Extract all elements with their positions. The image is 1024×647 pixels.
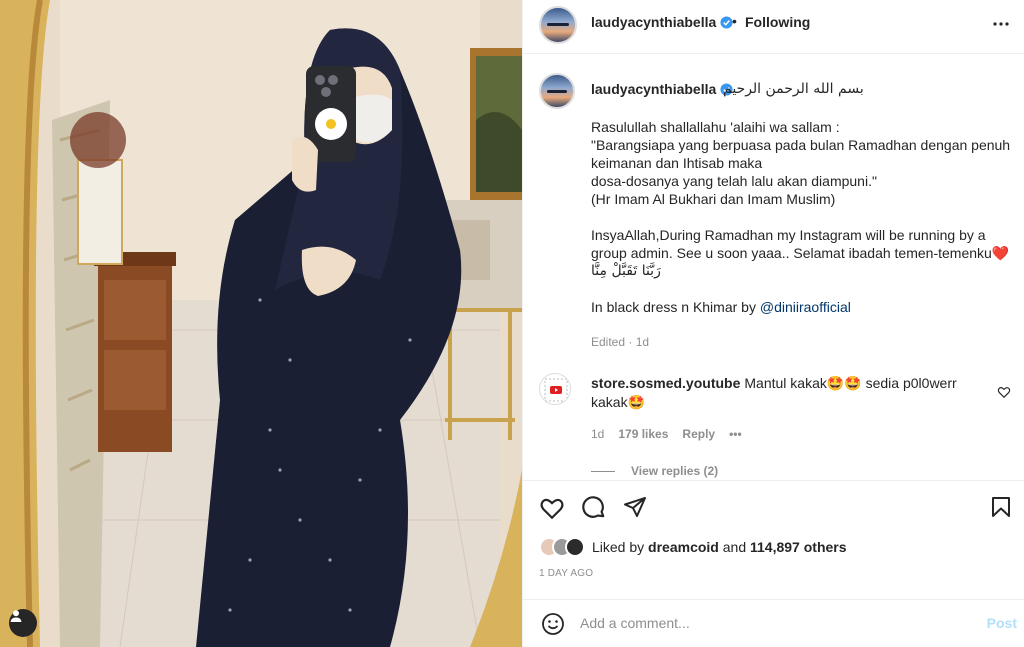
edited-label: Edited: [591, 335, 626, 349]
likes-text: Liked by dreamcoid and 114,897 others: [592, 539, 847, 555]
header-separator: •: [732, 13, 737, 29]
emoji-icon[interactable]: [541, 612, 565, 636]
tagged-people-button[interactable]: [9, 609, 37, 637]
post-comment-button[interactable]: Post: [987, 615, 1017, 631]
view-replies-label: View replies (2): [631, 464, 719, 478]
commenter-avatar[interactable]: [539, 373, 571, 405]
comment-item: store.sosmed.youtube Mantul kakak🤩🤩 sedia…: [591, 374, 995, 412]
mention-link[interactable]: @diniiraofficial: [760, 299, 851, 315]
bookmark-icon[interactable]: [989, 495, 1013, 519]
heart-icon[interactable]: [539, 495, 565, 521]
view-replies-button[interactable]: View replies (2): [591, 464, 718, 478]
comment-input[interactable]: [580, 612, 960, 634]
author-username[interactable]: laudyacynthiabella: [591, 14, 716, 30]
post-photo[interactable]: [0, 0, 522, 647]
caption-line: (Hr Imam Al Bukhari dan Imam Muslim): [591, 191, 836, 207]
likes-prefix: Liked by: [592, 539, 649, 555]
caption-arabic-opening: بسم الله الرحمن الرحيم: [723, 81, 864, 97]
caption-line-arabic: رَبَّنَا تَقَبَّلْ مِنَّا: [591, 263, 661, 279]
liker-avatar: [565, 537, 585, 557]
caption-meta: Edited · 1d: [591, 335, 649, 349]
comment-icon[interactable]: [581, 495, 607, 521]
caption-username-link[interactable]: laudyacynthiabella: [591, 81, 733, 97]
caption-line: "Barangsiapa yang berpuasa pada bulan Ra…: [591, 137, 1011, 171]
caption-line: dosa-dosanya yang telah lalu akan diampu…: [591, 173, 877, 189]
caption-line: Rasulullah shallallahu 'alaihi wa sallam…: [591, 119, 840, 135]
commenter-username[interactable]: store.sosmed.youtube: [591, 375, 740, 391]
youtube-logo-icon: [544, 378, 568, 402]
caption-text: Rasulullah shallallahu 'alaihi wa sallam…: [591, 118, 1017, 334]
post-action-bar: [523, 480, 1024, 535]
meta-separator: ·: [628, 335, 633, 349]
photo-illustration: [0, 0, 522, 647]
comment-like-heart-icon[interactable]: [997, 385, 1011, 399]
caption-time[interactable]: 1d: [636, 335, 649, 349]
user-tag-icon: [10, 610, 22, 622]
reply-button[interactable]: Reply: [682, 427, 715, 441]
comment-time[interactable]: 1d: [591, 427, 604, 441]
replies-divider: [591, 470, 615, 472]
caption-paragraph-announcement: InsyaAllah,During Ramadhan my Instagram …: [591, 226, 1017, 280]
likes-middle: and: [718, 539, 750, 555]
caption-author-avatar[interactable]: [539, 73, 575, 109]
share-icon[interactable]: [623, 495, 647, 519]
likes-summary: Liked by dreamcoid and 114,897 others: [539, 535, 847, 559]
caption-paragraph-credit: In black dress n Khimar by @diniiraoffic…: [591, 298, 1017, 316]
author-avatar[interactable]: [539, 6, 577, 44]
author-username-link[interactable]: laudyacynthiabella: [591, 14, 733, 30]
comment-likes-count[interactable]: 179 likes: [618, 427, 668, 441]
caption-line: In black dress n Khimar by: [591, 299, 760, 315]
comments-scroll-area[interactable]: laudyacynthiabella بسم الله الرحمن الرحي…: [523, 55, 1024, 480]
post-timestamp[interactable]: 1 DAY AGO: [539, 568, 593, 579]
comment-more-options[interactable]: •••: [729, 427, 742, 441]
more-options-icon[interactable]: [989, 12, 1013, 36]
likes-others-count[interactable]: 114,897 others: [750, 539, 847, 555]
caption-paragraph-hadith: Rasulullah shallallahu 'alaihi wa sallam…: [591, 118, 1017, 208]
comment-meta: 1d 179 likes Reply •••: [591, 427, 742, 441]
post-side-panel: laudyacynthiabella • Following laudyacyn…: [522, 0, 1024, 647]
liker-username[interactable]: dreamcoid: [648, 539, 719, 555]
caption-line: InsyaAllah,During Ramadhan my Instagram …: [591, 227, 1010, 261]
caption-username[interactable]: laudyacynthiabella: [591, 81, 716, 97]
add-comment-bar: Post: [523, 599, 1024, 647]
post-header: laudyacynthiabella • Following: [523, 0, 1024, 54]
following-button[interactable]: Following: [745, 14, 810, 30]
